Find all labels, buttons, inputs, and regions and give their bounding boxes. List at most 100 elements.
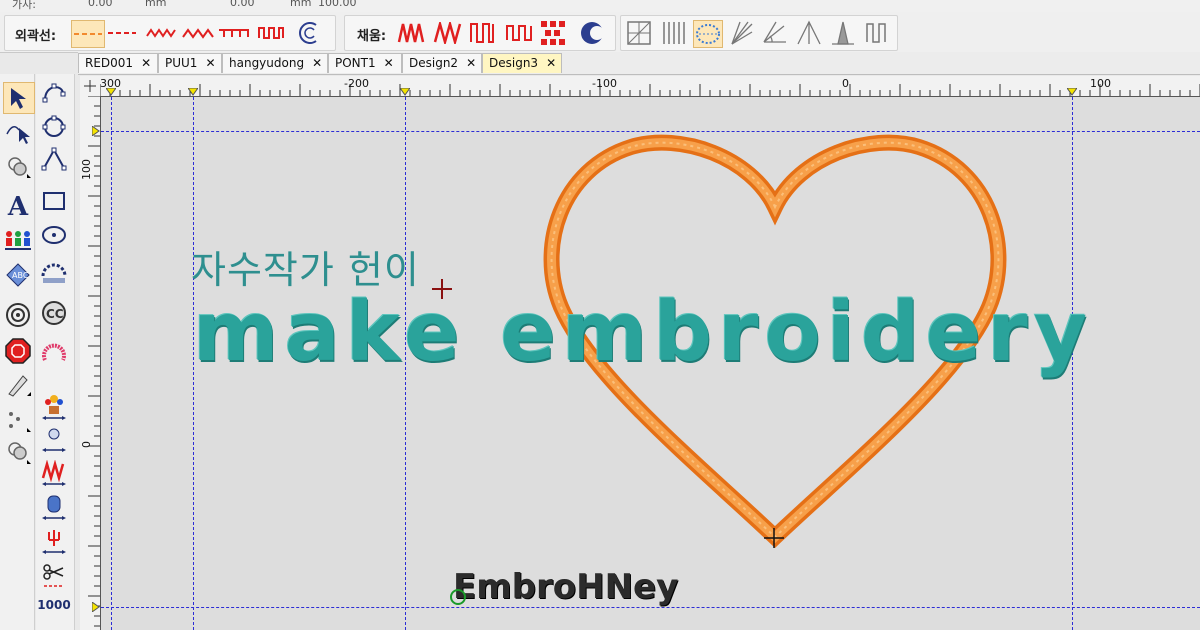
satin-fill-icon[interactable] [503, 20, 535, 46]
tab-puu1[interactable]: PUU1 ✕ [158, 53, 222, 73]
guide-marker-icon[interactable] [92, 126, 100, 136]
blanket-stitch-icon[interactable] [217, 20, 251, 46]
tab-design2[interactable]: Design2 ✕ [402, 53, 482, 73]
dot-points-icon[interactable] [3, 404, 33, 434]
ruler-label: -100 [592, 77, 617, 90]
transform-icon[interactable] [3, 152, 33, 182]
crescent-fill-icon[interactable] [577, 20, 607, 46]
outline-label: 외곽선: [15, 29, 57, 44]
guide-marker-icon[interactable] [400, 88, 410, 96]
tab-label: Design3 [489, 56, 539, 70]
property-value[interactable]: 100.00 [318, 0, 357, 9]
select-arrow-icon[interactable] [3, 82, 35, 114]
knife-tool-icon[interactable] [3, 370, 33, 400]
fan-pattern-icon[interactable] [761, 20, 789, 46]
ruler-label: 0 [80, 441, 93, 448]
target-icon[interactable] [3, 300, 33, 330]
ruler-label: -200 [344, 77, 369, 90]
design-canvas[interactable]: 자수작가 헌이 make embroidery EmbroHNey [101, 97, 1200, 630]
bean-stitch-icon[interactable] [105, 20, 139, 46]
stitch-count-button[interactable]: 1000 [37, 590, 71, 620]
guide-marker-icon[interactable] [106, 88, 116, 96]
node-edit-icon[interactable] [3, 118, 33, 148]
rectangle-icon[interactable] [39, 186, 69, 216]
arch-text-icon[interactable] [39, 258, 69, 288]
multi-color-people-icon[interactable] [3, 226, 33, 256]
tab-label: hangyudong [229, 56, 305, 70]
text-tool-icon[interactable]: A [3, 192, 33, 222]
property-unit: mm [290, 0, 312, 9]
vertical-ruler[interactable]: 100 0 [80, 96, 101, 630]
closed-curve-icon[interactable] [39, 112, 69, 142]
grid-pattern-icon[interactable] [625, 20, 653, 46]
property-label-width: 가사: [12, 0, 36, 11]
cc-logo-icon[interactable]: CC [39, 298, 69, 328]
close-icon[interactable]: ✕ [466, 56, 476, 70]
left-toolbar-primary: A ABC [0, 74, 35, 630]
close-icon[interactable]: ✕ [312, 56, 322, 70]
radial-pattern-icon[interactable] [727, 20, 755, 46]
ellipse-icon[interactable] [39, 220, 69, 250]
weld-shapes-icon[interactable] [3, 436, 33, 466]
stitch-count-label: 1000 [37, 598, 71, 612]
embroidery-main-text[interactable]: make embroidery [193, 285, 1093, 380]
step-fill-icon[interactable] [467, 20, 497, 46]
polyline-icon[interactable] [39, 144, 69, 174]
tab-hangyudong[interactable]: hangyudong ✕ [222, 53, 328, 73]
wave-stitch-icon[interactable] [181, 20, 215, 46]
tab-red001[interactable]: RED001 ✕ [78, 53, 158, 73]
fill-label: 채움: [357, 29, 387, 44]
design-tab-bar: RED001 ✕ PUU1 ✕ hangyudong ✕ PONT1 ✕ Design2… [78, 52, 1200, 75]
satin-outline-icon[interactable] [255, 20, 287, 46]
wave-fill-icon[interactable] [431, 20, 465, 46]
close-icon[interactable]: ✕ [546, 56, 556, 70]
cross-fill-icon[interactable] [537, 20, 569, 46]
guide-marker-icon[interactable] [1067, 88, 1077, 96]
guide-marker-icon[interactable] [188, 88, 198, 96]
svg-text:ABC: ABC [12, 271, 29, 280]
start-point-icon[interactable] [449, 587, 469, 607]
property-value[interactable]: 0.00 [230, 0, 255, 9]
close-icon[interactable]: ✕ [205, 56, 215, 70]
brand-name-text[interactable]: EmbroHNey [453, 567, 678, 607]
ruler-label: 0 [842, 77, 849, 90]
scissors-icon[interactable] [39, 562, 69, 592]
stitch-spread-icon[interactable] [39, 460, 69, 490]
stitch-toolbar: 외곽선: 채움: [0, 12, 1200, 53]
wreath-icon[interactable] [39, 338, 69, 368]
flower-pot-icon[interactable] [39, 392, 69, 422]
left-toolbar-secondary: CC 1000 [36, 74, 75, 630]
close-icon[interactable]: ✕ [384, 56, 394, 70]
svg-text:CC: CC [46, 307, 64, 321]
monogram-icon[interactable]: ABC [3, 260, 33, 290]
horizontal-ruler[interactable]: 300 -200 -100 0 100 [100, 76, 1200, 97]
arc-outline-icon[interactable] [293, 20, 325, 46]
ruler-label: 100 [80, 159, 93, 180]
guide-line[interactable] [101, 607, 1200, 608]
guide-marker-icon[interactable] [92, 602, 100, 612]
spike-pattern-icon[interactable] [829, 20, 857, 46]
tab-design3[interactable]: Design3 ✕ [482, 53, 562, 73]
zigzag-stitch-icon[interactable] [145, 20, 179, 46]
running-stitch-icon[interactable] [71, 20, 105, 48]
dotted-pattern-icon[interactable] [693, 20, 723, 48]
tab-pont1[interactable]: PONT1 ✕ [328, 53, 402, 73]
tab-label: PUU1 [165, 56, 198, 70]
zigzag-fill-icon[interactable] [395, 20, 429, 46]
fork-stitch-icon[interactable] [39, 528, 69, 558]
tab-label: RED001 [85, 56, 134, 70]
step-pattern-icon[interactable] [863, 20, 891, 46]
stop-shape-icon[interactable] [3, 336, 33, 366]
peak-pattern-icon[interactable] [795, 20, 823, 46]
property-value[interactable]: 0.00 [88, 0, 113, 9]
origin-crosshair-icon [764, 528, 784, 548]
guide-line[interactable] [111, 97, 112, 630]
bobbin-icon[interactable] [39, 494, 69, 524]
vertical-pattern-icon[interactable] [659, 20, 687, 46]
fill-pattern-group [620, 15, 898, 51]
close-icon[interactable]: ✕ [141, 56, 151, 70]
curve-path-icon[interactable] [39, 78, 69, 108]
tab-label: PONT1 [335, 56, 376, 70]
cursor-crosshair-icon [432, 279, 452, 299]
applique-icon[interactable] [39, 426, 69, 456]
